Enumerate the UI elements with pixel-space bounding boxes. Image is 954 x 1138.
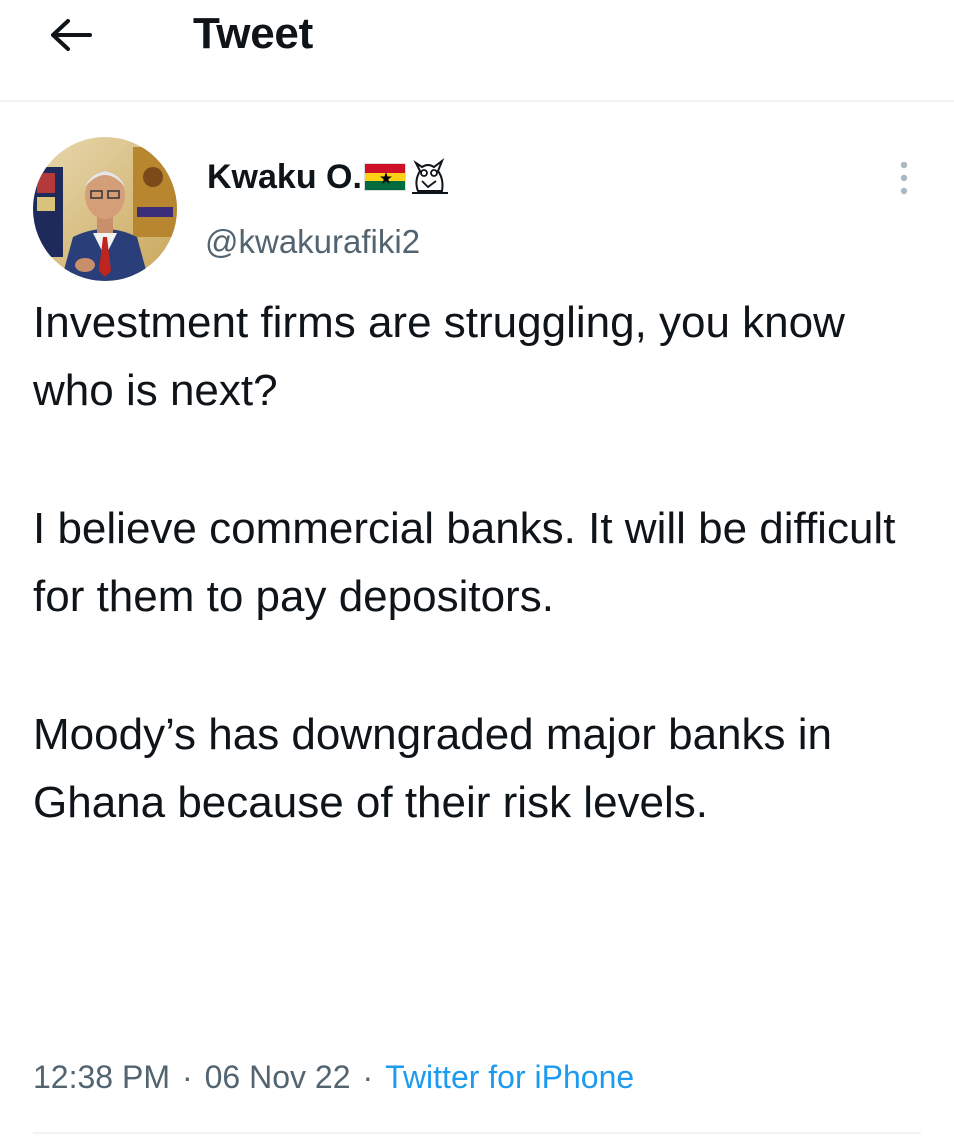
author-name: Kwaku O. [207,158,362,196]
meta-separator: · [362,1059,374,1095]
author-name-row[interactable]: Kwaku O. [207,155,450,199]
tweet-meta: 12:38 PM · 06 Nov 22 · Twitter for iPhone [33,1056,634,1098]
top-header: Tweet [0,0,954,102]
page-title: Tweet [193,9,313,58]
avatar-portrait-image [33,137,177,281]
avatar[interactable] [33,137,177,281]
tweet-paragraph: Moody’s has downgraded major banks in Gh… [33,710,832,827]
meta-separator: · [181,1059,193,1095]
divider [33,1132,921,1134]
arrow-left-icon [51,19,92,51]
tweet-time[interactable]: 12:38 PM [33,1059,170,1095]
tweet-source-link[interactable]: Twitter for iPhone [385,1059,634,1095]
tweet-paragraph: Investment firms are struggling, you kno… [33,298,845,415]
tweet-text: Investment firms are struggling, you kno… [33,289,913,837]
tweet-paragraph: I believe commercial banks. It will be d… [33,504,896,621]
ghana-flag-icon [363,163,406,191]
back-button[interactable] [38,8,104,62]
more-options-button[interactable] [886,156,922,200]
author-handle[interactable]: @kwakurafiki2 [205,220,420,264]
owl-icon [411,158,448,194]
more-vertical-icon [900,161,908,195]
tweet-date[interactable]: 06 Nov 22 [205,1059,351,1095]
tweet-page: Tweet Kwaku O. @kwakurafiki2 Investment … [0,0,954,1138]
